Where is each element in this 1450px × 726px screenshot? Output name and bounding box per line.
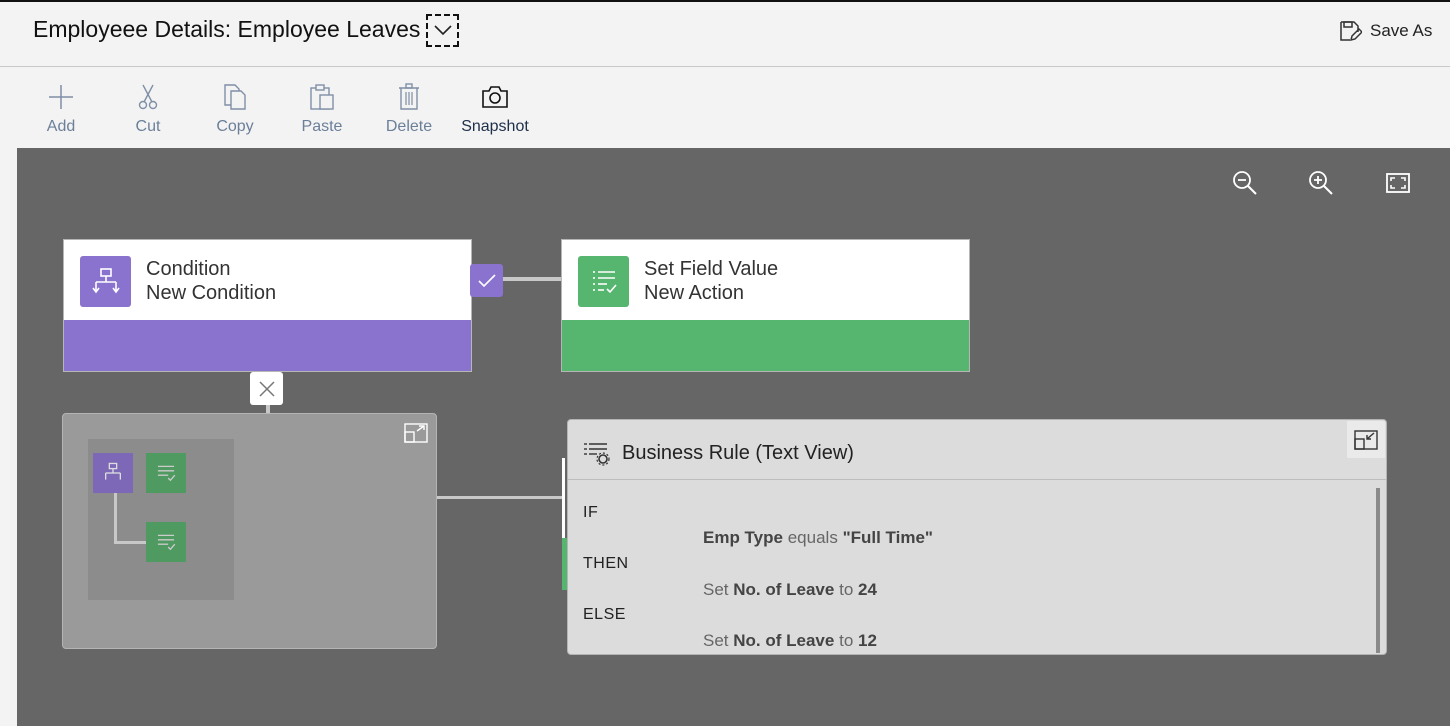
business-rule-designer: Employeee Details: Employee Leaves Save … bbox=[0, 0, 1450, 726]
snapshot-button[interactable]: Snapshot bbox=[455, 82, 535, 136]
designer-canvas[interactable]: Condition New Condition Set Field Value … bbox=[17, 148, 1450, 726]
minimap-panel[interactable] bbox=[62, 413, 437, 649]
header-bar: Employeee Details: Employee Leaves Save … bbox=[0, 0, 1450, 67]
business-rule-text-view: Business Rule (Text View) IF Emp Type eq… bbox=[567, 419, 1387, 655]
minimap-expand-button[interactable] bbox=[404, 423, 428, 448]
scissors-icon bbox=[138, 84, 158, 110]
else-to: to bbox=[839, 631, 854, 650]
minimap-to-rule-connector bbox=[437, 496, 563, 499]
condition-flow-icon bbox=[105, 462, 121, 480]
condition-node[interactable]: Condition New Condition bbox=[63, 239, 472, 372]
save-as-icon bbox=[1340, 21, 1362, 42]
fit-to-screen-button[interactable] bbox=[1383, 168, 1413, 198]
false-branch-badge[interactable] bbox=[250, 372, 283, 405]
else-field: No. of Leave bbox=[733, 631, 835, 650]
if-field: Emp Type bbox=[703, 528, 783, 547]
condition-flow-icon bbox=[91, 267, 120, 293]
rule-scrollbar[interactable] bbox=[1376, 488, 1380, 653]
snapshot-label: Snapshot bbox=[461, 118, 529, 135]
if-keyword: IF bbox=[583, 504, 599, 521]
delete-button[interactable]: Delete bbox=[369, 82, 449, 136]
page-title: Employeee Details: Employee Leaves bbox=[33, 16, 421, 42]
else-prefix: Set bbox=[703, 631, 729, 650]
action-node-icon-box bbox=[578, 256, 629, 307]
close-icon bbox=[258, 380, 275, 397]
checklist-icon bbox=[592, 270, 617, 293]
delete-label: Delete bbox=[385, 118, 433, 135]
cut-button[interactable]: Cut bbox=[108, 82, 188, 136]
if-condition-line: Emp Type equals "Full Time" bbox=[703, 528, 933, 548]
zoom-out-icon bbox=[1233, 171, 1257, 195]
toolbar: Add Cut Copy Paste Delete Snapshot bbox=[0, 68, 1450, 148]
minimap-connector-horizontal bbox=[114, 541, 146, 544]
save-as-button[interactable]: Save As bbox=[1338, 18, 1432, 44]
paste-label: Paste bbox=[301, 118, 343, 135]
if-value: "Full Time" bbox=[842, 528, 933, 547]
condition-node-icon-box bbox=[80, 256, 131, 307]
business-rule-header: Business Rule (Text View) bbox=[568, 420, 1386, 480]
then-prefix: Set bbox=[703, 580, 729, 599]
then-action-line: Set No. of Leave to 24 bbox=[703, 580, 877, 600]
minimap-condition-node bbox=[93, 453, 133, 493]
rule-settings-icon bbox=[584, 443, 610, 466]
copy-icon bbox=[224, 84, 246, 110]
cut-label: Cut bbox=[135, 118, 161, 135]
action-node-name: New Action bbox=[644, 282, 745, 304]
copy-button[interactable]: Copy bbox=[195, 82, 275, 136]
then-value: 24 bbox=[858, 580, 877, 599]
action-node-band bbox=[562, 320, 969, 371]
collapse-icon bbox=[1354, 429, 1378, 450]
else-keyword: ELSE bbox=[583, 606, 626, 623]
title-dropdown[interactable] bbox=[426, 14, 459, 47]
minimap-viewport bbox=[88, 439, 234, 600]
else-action-line: Set No. of Leave to 12 bbox=[703, 631, 877, 651]
minimap-action-node bbox=[146, 453, 186, 493]
then-keyword: THEN bbox=[583, 555, 629, 572]
add-label: Add bbox=[46, 118, 76, 135]
zoom-out-button[interactable] bbox=[1230, 168, 1260, 198]
action-node[interactable]: Set Field Value New Action bbox=[561, 239, 970, 372]
true-branch-connector bbox=[503, 277, 561, 281]
action-node-type: Set Field Value bbox=[644, 258, 779, 280]
plus-icon bbox=[49, 85, 73, 109]
then-to: to bbox=[839, 580, 854, 599]
expand-icon bbox=[404, 423, 428, 443]
else-value: 12 bbox=[858, 631, 877, 650]
condition-node-name: New Condition bbox=[146, 282, 277, 304]
paste-button[interactable]: Paste bbox=[282, 82, 362, 136]
copy-label: Copy bbox=[216, 118, 254, 135]
business-rule-title: Business Rule (Text View) bbox=[622, 442, 854, 464]
camera-icon bbox=[482, 86, 508, 108]
trash-icon bbox=[399, 83, 419, 110]
add-button[interactable]: Add bbox=[21, 82, 101, 136]
minimap-connector-vertical bbox=[114, 493, 117, 543]
checklist-icon bbox=[157, 534, 176, 551]
then-field: No. of Leave bbox=[733, 580, 835, 599]
fit-to-screen-icon bbox=[1386, 173, 1410, 193]
rule-collapse-button[interactable] bbox=[1347, 421, 1385, 458]
paste-icon bbox=[310, 84, 334, 110]
zoom-in-icon bbox=[1309, 171, 1333, 195]
if-operator: equals bbox=[787, 528, 838, 547]
checklist-icon bbox=[157, 465, 176, 482]
condition-node-type: Condition bbox=[146, 258, 231, 280]
minimap-else-action-node bbox=[146, 522, 186, 562]
zoom-in-button[interactable] bbox=[1306, 168, 1336, 198]
chevron-down-icon bbox=[434, 25, 452, 36]
condition-node-band bbox=[64, 320, 471, 371]
save-as-label: Save As bbox=[1370, 21, 1433, 40]
check-icon bbox=[477, 273, 496, 287]
true-branch-badge[interactable] bbox=[470, 264, 503, 297]
else-action-node-edge bbox=[562, 458, 565, 538]
